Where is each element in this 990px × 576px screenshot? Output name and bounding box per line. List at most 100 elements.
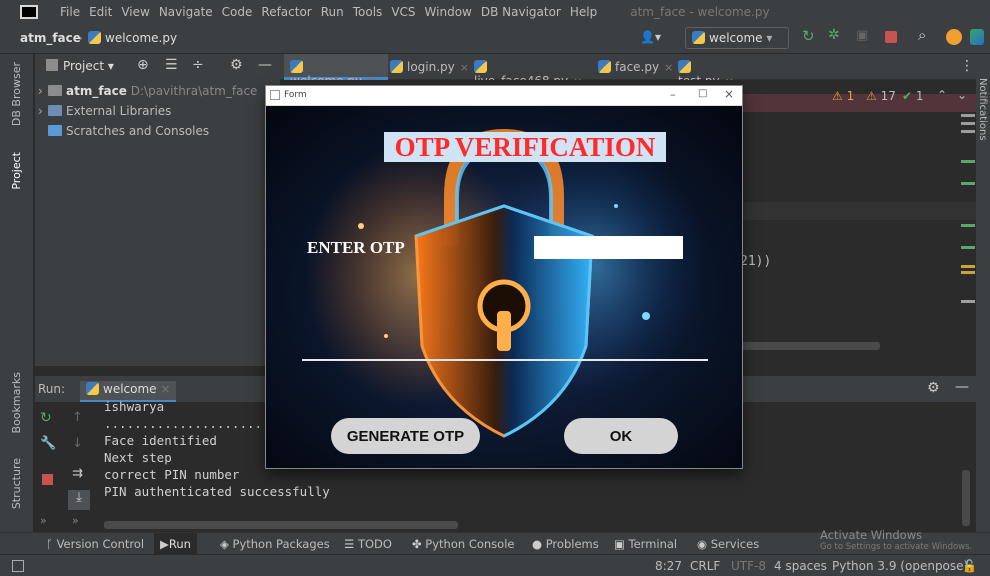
- more-tabs-icon[interactable]: ⋮: [960, 58, 974, 74]
- search-icon[interactable]: ⌕: [918, 26, 932, 44]
- form-window-icon: [270, 90, 280, 100]
- bookmarks-tab[interactable]: Bookmarks: [10, 372, 23, 433]
- lock-icon[interactable]: 🔓: [962, 559, 977, 573]
- tree-item-scratches[interactable]: Scratches and Consoles: [48, 124, 209, 142]
- problems-icon: ●: [532, 537, 543, 551]
- menu-edit[interactable]: Edit: [89, 5, 112, 19]
- warning-count-1-label: 1: [846, 89, 855, 103]
- menu-tools[interactable]: Tools: [353, 5, 383, 19]
- project-tool-tab[interactable]: Project: [10, 152, 23, 190]
- tool-terminal[interactable]: ▣ Terminal: [614, 537, 677, 551]
- scroll-to-end-icon[interactable]: ⤓: [68, 490, 90, 510]
- tool-services[interactable]: ◉ Services: [697, 537, 759, 551]
- collapse-all-icon[interactable]: ÷: [192, 57, 204, 73]
- warning-count-2[interactable]: ⚠ 17: [866, 89, 896, 103]
- tool-problems[interactable]: ● Problems: [532, 537, 599, 551]
- coverage-icon[interactable]: ▣: [856, 28, 870, 43]
- menu-refactor[interactable]: Refactor: [261, 5, 311, 19]
- gear-icon[interactable]: ⚙: [927, 380, 940, 396]
- menu-window[interactable]: Window: [425, 5, 472, 19]
- close-icon[interactable]: ×: [160, 382, 170, 396]
- tree-item-atm-face[interactable]: › atm_face D:\pavithra\atm_face: [38, 84, 257, 102]
- menu-vcs[interactable]: VCS: [391, 5, 415, 19]
- breadcrumb-file[interactable]: welcome.py: [88, 31, 177, 45]
- db-browser-tab[interactable]: DB Browser: [10, 62, 23, 126]
- prev-highlight-icon[interactable]: ⌃: [937, 88, 947, 102]
- run-config-select[interactable]: welcome ▾: [685, 27, 789, 49]
- down-arrow-icon[interactable]: ↓: [72, 436, 83, 451]
- ok-count[interactable]: ✔ 1: [902, 89, 924, 103]
- plugin-icon[interactable]: [970, 29, 984, 45]
- expand-all-icon[interactable]: ☰: [165, 57, 178, 73]
- updates-icon[interactable]: [946, 29, 962, 45]
- tree-item-path: D:\pavithra\atm_face: [130, 84, 258, 98]
- stop-icon[interactable]: [885, 31, 897, 43]
- python-interpreter[interactable]: Python 3.9 (openpose): [832, 559, 968, 573]
- debug-icon[interactable]: ✲: [828, 27, 842, 43]
- hide-panel-icon[interactable]: —: [258, 57, 272, 73]
- console-vertical-scrollbar[interactable]: [962, 470, 970, 526]
- close-icon[interactable]: ×: [724, 87, 734, 101]
- menu-run[interactable]: Run: [321, 5, 344, 19]
- menu-help[interactable]: Help: [570, 5, 597, 19]
- tree-item-external-libraries[interactable]: › External Libraries: [38, 104, 171, 122]
- status-bar: 8:27 CRLF UTF-8 4 spaces Python 3.9 (ope…: [0, 554, 990, 576]
- up-arrow-icon[interactable]: ↑: [72, 410, 83, 425]
- notifications-tab[interactable]: Notifications: [977, 78, 988, 141]
- indent-setting[interactable]: 4 spaces: [774, 559, 827, 573]
- tool-run[interactable]: ▶Run: [154, 533, 197, 555]
- soft-wrap-icon[interactable]: ⇉: [72, 466, 83, 481]
- next-highlight-icon[interactable]: ⌄: [957, 88, 967, 102]
- scroll-mark: [961, 160, 975, 163]
- caret-position[interactable]: 8:27: [655, 559, 682, 573]
- minimize-icon[interactable]: –: [670, 88, 676, 101]
- hide-panel-icon[interactable]: —: [955, 379, 969, 395]
- tab-login[interactable]: login.py ×: [390, 54, 470, 80]
- warning-count-1[interactable]: ⚠ 1: [832, 89, 854, 103]
- gear-icon[interactable]: ⚙: [230, 57, 243, 73]
- activate-windows-subtitle: Go to Settings to activate Windows.: [820, 542, 973, 552]
- rerun-icon[interactable]: ↻: [802, 27, 816, 45]
- console-horizontal-scrollbar[interactable]: [104, 521, 458, 529]
- tool-python-console[interactable]: ✤ Python Console: [412, 537, 514, 551]
- otp-form-window: Form – □ × OTP VERIFICATION ENTER OTP GE…: [266, 86, 742, 468]
- library-icon: [48, 105, 62, 116]
- editor-tabs: welcome.py× login.py × live_face468.py× f…: [280, 54, 976, 88]
- menu-view[interactable]: View: [121, 5, 149, 19]
- tool-label: Python Packages: [232, 537, 330, 551]
- project-view-select[interactable]: Project ▾: [63, 59, 114, 73]
- close-icon[interactable]: ×: [664, 61, 673, 74]
- menu-db-navigator[interactable]: DB Navigator: [481, 5, 561, 19]
- tool-todo[interactable]: ☰ TODO: [344, 537, 392, 551]
- menu-file[interactable]: File: [60, 5, 80, 19]
- tool-label: Version Control: [56, 537, 145, 551]
- more-icon[interactable]: »: [40, 514, 47, 527]
- close-icon[interactable]: ×: [460, 61, 469, 74]
- tab-face[interactable]: face.py ×: [598, 54, 674, 80]
- structure-tab[interactable]: Structure: [10, 458, 23, 509]
- wrench-icon[interactable]: 🔧: [40, 436, 56, 451]
- tab-welcome[interactable]: welcome.py×: [284, 54, 388, 88]
- rerun-icon[interactable]: ↻: [40, 410, 52, 426]
- more-icon[interactable]: »: [72, 514, 79, 527]
- menu-code[interactable]: Code: [222, 5, 253, 19]
- ok-button[interactable]: OK: [564, 418, 678, 454]
- tab-test[interactable]: test.py×: [678, 54, 748, 88]
- line-separator[interactable]: CRLF: [690, 559, 720, 573]
- stop-icon[interactable]: [42, 474, 53, 485]
- tool-label: Problems: [545, 537, 599, 551]
- tab-live-face468[interactable]: live_face468.py×: [474, 54, 586, 88]
- tool-version-control[interactable]: ᚴ Version Control: [46, 537, 144, 551]
- menu-navigate[interactable]: Navigate: [159, 5, 213, 19]
- generate-otp-button[interactable]: GENERATE OTP: [331, 418, 480, 454]
- todo-icon: ☰: [344, 537, 355, 551]
- layout-icon[interactable]: [12, 560, 24, 572]
- add-user-icon[interactable]: 👤▾: [640, 30, 661, 44]
- otp-input[interactable]: [534, 236, 683, 259]
- file-encoding[interactable]: UTF-8: [731, 559, 766, 573]
- locate-icon[interactable]: ⊕: [137, 57, 149, 73]
- maximize-icon[interactable]: □: [698, 88, 707, 99]
- chevron-right-icon: ›: [38, 84, 43, 98]
- breadcrumb-project[interactable]: atm_face: [20, 31, 81, 45]
- tool-python-packages[interactable]: ◈ Python Packages: [220, 537, 330, 551]
